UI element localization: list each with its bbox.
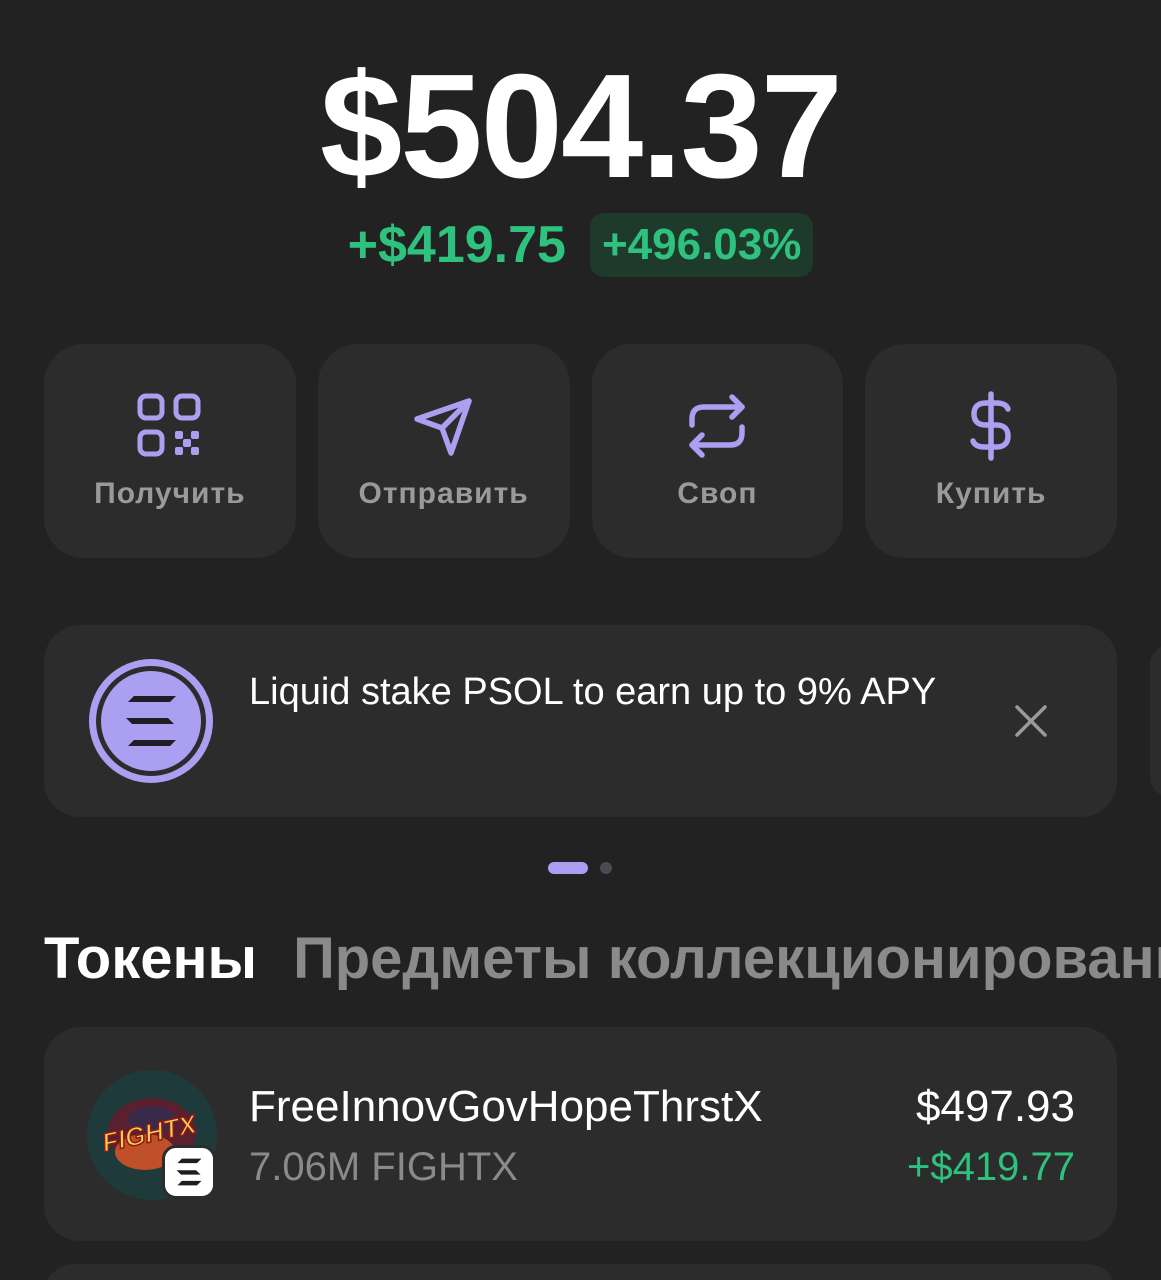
dollar-icon xyxy=(970,391,1011,461)
swap-icon xyxy=(689,394,746,458)
token-row[interactable]: FIGHTX FreeInnovGovHopeThrstX 7.06M FIGH… xyxy=(44,1027,1117,1241)
asset-tabs: Токены Предметы коллекционировани xyxy=(44,924,1161,994)
carousel-indicator xyxy=(548,862,612,874)
receive-label: Получить xyxy=(94,477,246,510)
swap-button[interactable]: Своп xyxy=(591,344,844,558)
action-buttons: Получить Отправить Своп Купить xyxy=(44,344,1117,558)
carousel-dot-active[interactable] xyxy=(548,862,588,874)
token-amount: 7.06M FIGHTX xyxy=(249,1145,518,1189)
wallet-screen: $504.37 +$419.75 +496.03% Получить Отпра… xyxy=(0,0,1161,1280)
balance-change-percent-badge: +496.03% xyxy=(589,213,814,277)
solana-chain-badge-icon xyxy=(162,1145,216,1199)
token-change: +$419.77 xyxy=(907,1145,1075,1189)
promo-banner[interactable]: Liquid stake PSOL to earn up to 9% APY xyxy=(44,625,1117,817)
qr-code-icon xyxy=(137,393,201,457)
send-icon xyxy=(413,398,472,456)
balance-change-row: +$419.75 +496.03% xyxy=(0,212,1161,278)
send-button[interactable]: Отправить xyxy=(317,344,570,558)
balance-change-amount: +$419.75 xyxy=(347,216,566,274)
buy-label: Купить xyxy=(935,477,1047,510)
token-row[interactable] xyxy=(44,1264,1117,1280)
token-value: $497.93 xyxy=(915,1082,1075,1131)
tab-collectibles[interactable]: Предметы коллекционировани xyxy=(293,924,1161,994)
send-label: Отправить xyxy=(358,477,529,510)
carousel-dot[interactable] xyxy=(600,862,612,874)
buy-button[interactable]: Купить xyxy=(865,344,1117,558)
token-name: FreeInnovGovHopeThrstX xyxy=(249,1082,763,1131)
total-balance: $504.37 xyxy=(320,44,843,209)
tab-tokens[interactable]: Токены xyxy=(44,924,257,994)
swap-label: Своп xyxy=(677,477,758,510)
promo-text: Liquid stake PSOL to earn up to 9% APY xyxy=(249,671,937,713)
next-promo-card[interactable] xyxy=(1150,645,1161,797)
solana-logo-icon xyxy=(89,659,213,783)
receive-button[interactable]: Получить xyxy=(44,344,296,558)
close-icon[interactable] xyxy=(1012,702,1050,740)
